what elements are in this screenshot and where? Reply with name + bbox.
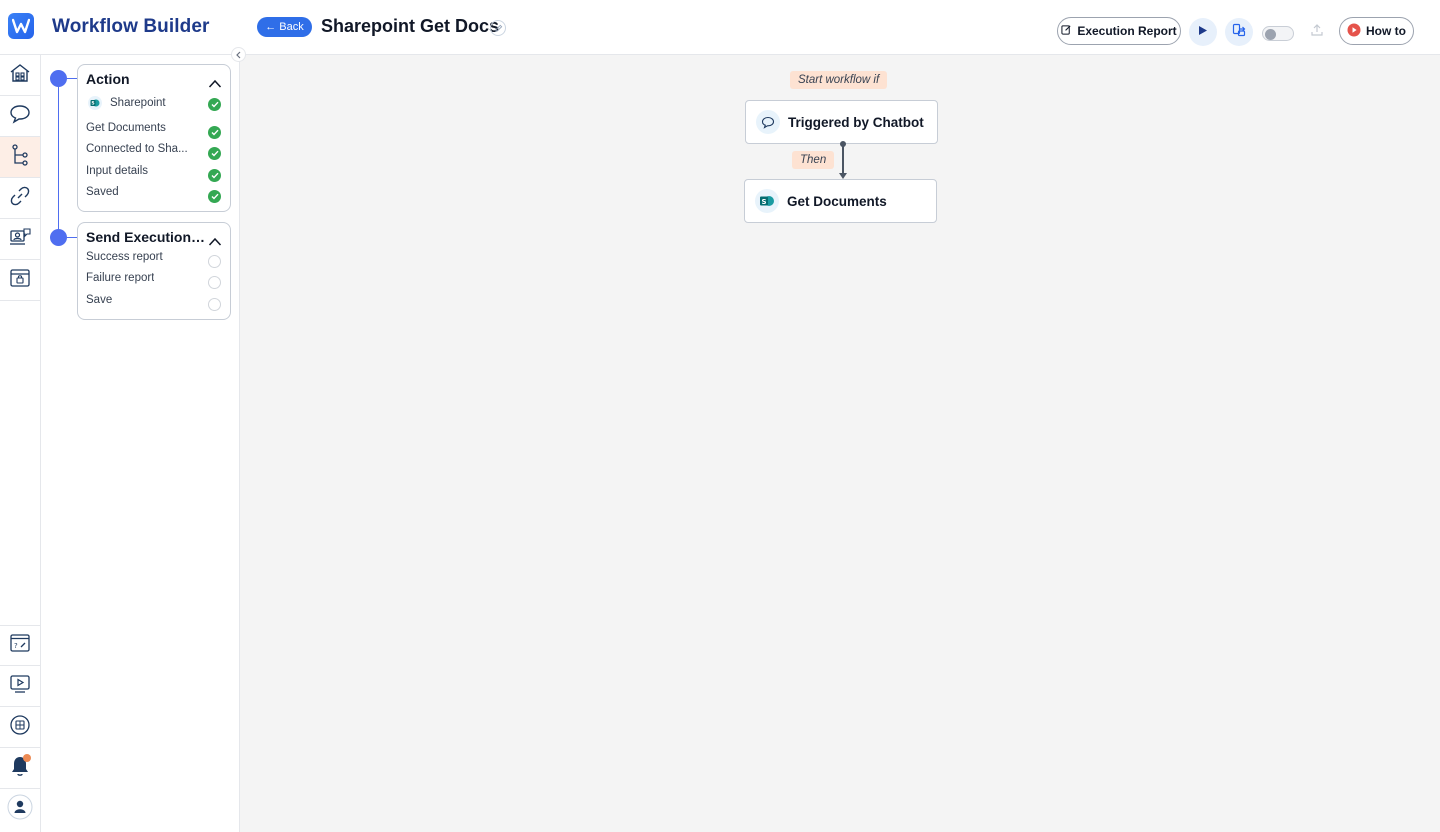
workflow-name: Sharepoint Get Docs (321, 16, 500, 36)
execution-report-button[interactable]: Execution Report (1057, 17, 1181, 45)
app-logo-icon[interactable] (8, 13, 34, 39)
how-to-button[interactable]: How to (1339, 17, 1414, 45)
step-integration-name: Sharepoint (110, 97, 166, 109)
nav-rail: ? (0, 55, 41, 832)
nav-home[interactable] (0, 55, 40, 96)
connector-line (842, 145, 844, 175)
svg-text:?: ? (14, 642, 18, 650)
app-header: Workflow Builder ← Back Sharepoint Get D… (0, 0, 1440, 55)
step-item[interactable]: Input details (86, 165, 196, 177)
then-tag: Then (792, 151, 835, 169)
start-workflow-tag: Start workflow if (790, 71, 888, 89)
edit-report-icon (1061, 24, 1072, 38)
sharepoint-icon: S (88, 96, 102, 110)
home-icon (9, 63, 31, 88)
check-icon (208, 98, 221, 111)
check-icon (208, 169, 221, 182)
store-icon (9, 268, 31, 293)
nav-workflow[interactable] (0, 137, 40, 178)
step-card-action[interactable]: Action S Sharepoint Get Documents Connec… (77, 64, 231, 212)
step-dot-send-report (50, 229, 67, 246)
step-item[interactable]: Get Documents (86, 122, 196, 134)
link-icon (9, 185, 31, 212)
svg-text:S: S (91, 101, 94, 107)
help-icon: ? (9, 633, 31, 658)
trigger-node[interactable]: Triggered by Chatbot (745, 100, 938, 144)
step-title-action: Action (86, 71, 130, 87)
workflow-canvas[interactable]: Start workflow if Triggered by Chatbot T… (240, 55, 1440, 832)
workflow-icon (10, 143, 30, 171)
collapse-panel-button[interactable] (231, 47, 246, 62)
chat-icon (9, 104, 31, 129)
nav-profile[interactable] (0, 789, 40, 830)
nav-notifications[interactable] (0, 748, 40, 789)
action-node-label: Get Documents (787, 193, 887, 209)
user-icon (7, 794, 33, 825)
nav-help[interactable]: ? (0, 625, 40, 666)
share-workflow-button[interactable] (1225, 18, 1253, 46)
action-node[interactable]: S Get Documents (744, 179, 937, 223)
pending-circle-icon (208, 298, 221, 311)
pending-circle-icon (208, 255, 221, 268)
chevron-left-icon (235, 46, 242, 64)
nav-integrations[interactable] (0, 178, 40, 219)
video-icon (9, 674, 31, 699)
sharepoint-icon: S (755, 189, 779, 213)
svg-text:S: S (762, 198, 767, 206)
nav-chatbot[interactable] (0, 96, 40, 137)
publish-button[interactable] (1307, 22, 1327, 42)
nav-tutorials[interactable] (0, 666, 40, 707)
step-title-send-report: Send Execution R... (86, 229, 206, 245)
pending-circle-icon (208, 276, 221, 289)
toggle-knob (1265, 28, 1276, 40)
nav-store[interactable] (0, 260, 40, 301)
step-item[interactable]: Save (86, 294, 112, 306)
step-item[interactable]: Connected to Sha... (86, 143, 196, 155)
step-item[interactable]: Saved (86, 186, 196, 198)
how-to-label: How to (1366, 24, 1406, 38)
edit-name-icon[interactable] (490, 20, 506, 36)
back-button[interactable]: ← Back (257, 17, 312, 37)
workflow-active-toggle[interactable] (1262, 26, 1294, 41)
chat-bubble-icon (756, 110, 780, 134)
run-workflow-button[interactable] (1189, 18, 1217, 46)
check-icon (208, 126, 221, 139)
play-icon (1198, 23, 1208, 41)
trigger-node-label: Triggered by Chatbot (788, 114, 924, 130)
execution-report-label: Execution Report (1077, 24, 1177, 38)
step-item[interactable]: Failure report (86, 272, 154, 284)
steps-panel: Action S Sharepoint Get Documents Connec… (41, 55, 240, 832)
youtube-play-icon (1347, 23, 1361, 40)
steps-timeline (58, 78, 59, 238)
share-icon (1232, 23, 1246, 42)
nav-live-agent[interactable] (0, 219, 40, 260)
chevron-up-icon[interactable] (208, 75, 222, 88)
bell-icon (9, 753, 31, 783)
app-title: Workflow Builder (52, 16, 210, 37)
upload-icon (1310, 23, 1324, 42)
check-icon (208, 190, 221, 203)
chevron-up-icon[interactable] (208, 233, 222, 246)
step-item[interactable]: Success report (86, 251, 163, 263)
nav-docs[interactable] (0, 707, 40, 748)
agent-icon (9, 227, 31, 252)
check-icon (208, 147, 221, 160)
docs-icon (9, 714, 31, 741)
step-dot-action (50, 70, 67, 87)
step-card-send-report[interactable]: Send Execution R... Success report Failu… (77, 222, 231, 320)
